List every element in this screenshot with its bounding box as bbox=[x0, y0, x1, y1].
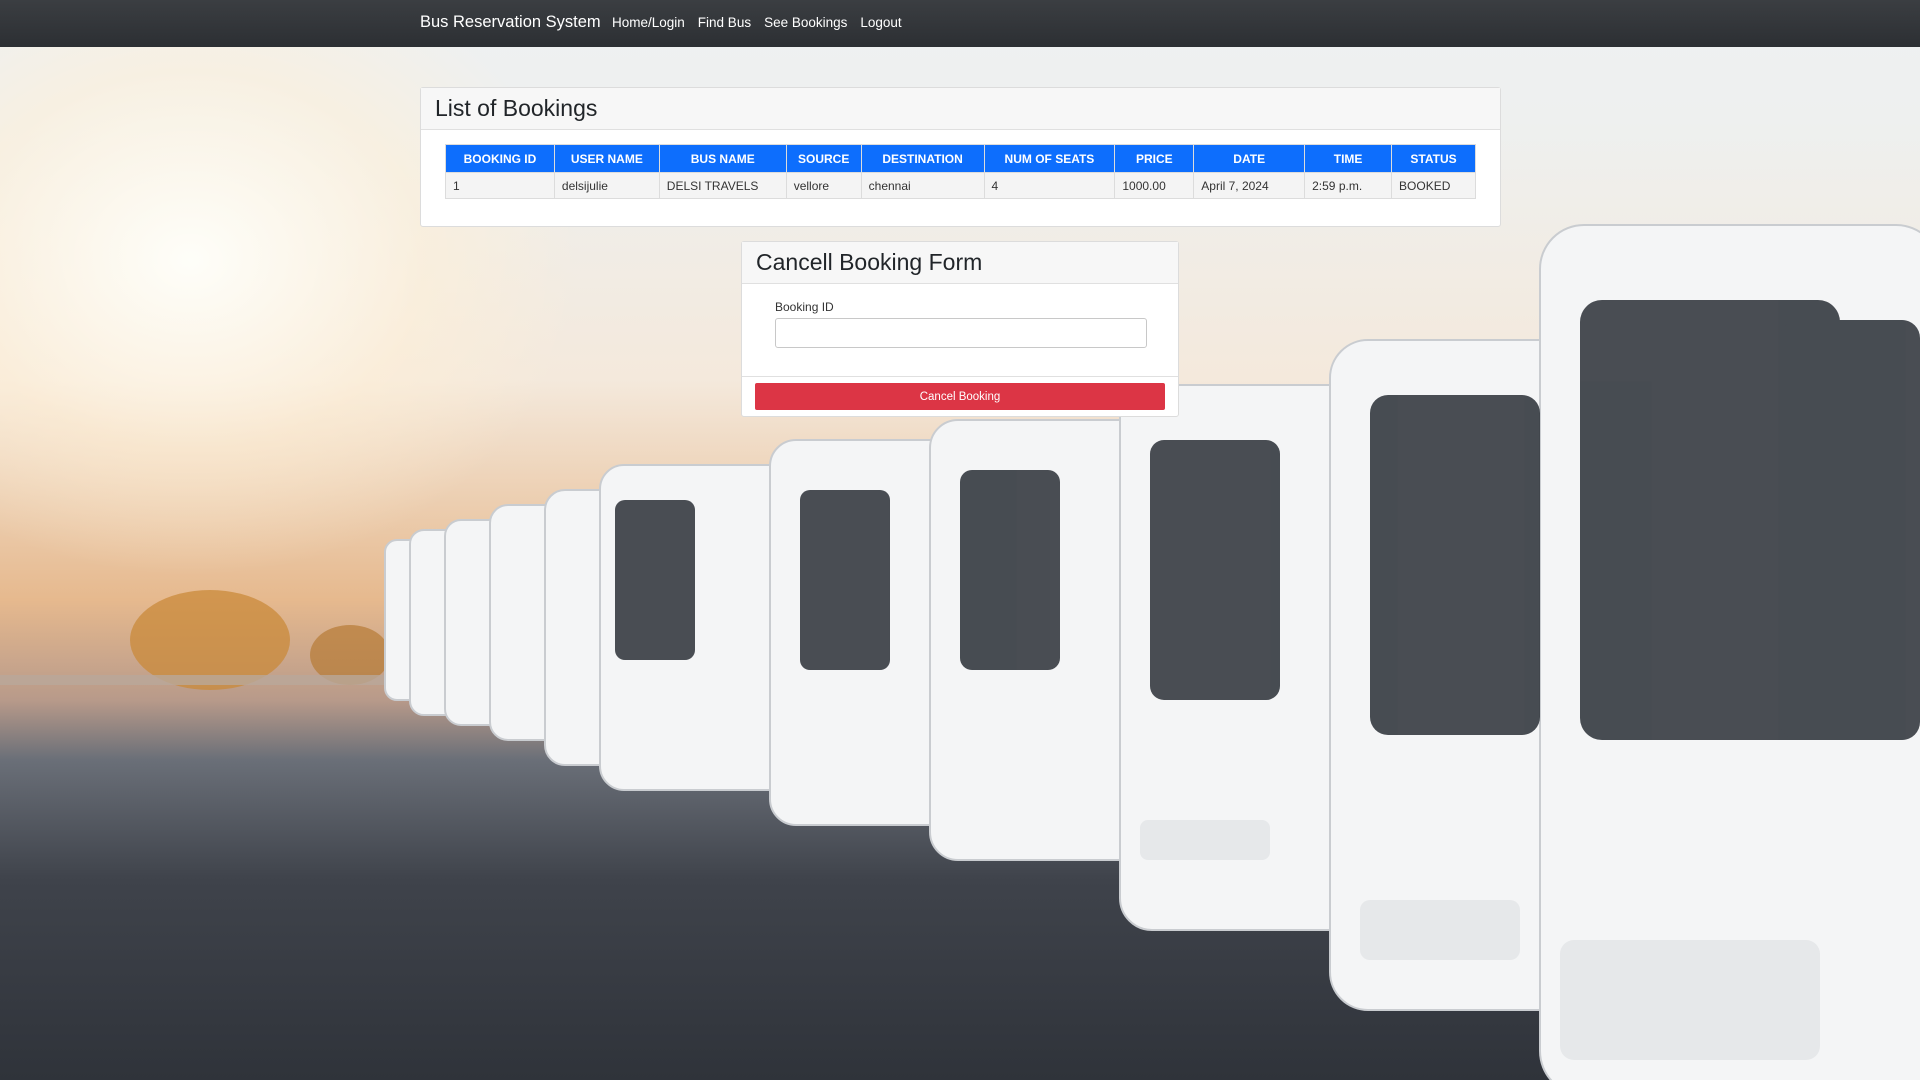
bookings-card-title: List of Bookings bbox=[421, 88, 1500, 130]
column-header-source: SOURCE bbox=[785, 144, 862, 173]
cell-date: April 7, 2024 bbox=[1193, 172, 1306, 199]
cell-source: vellore bbox=[785, 172, 862, 199]
column-header-bus-name: BUS NAME bbox=[658, 144, 787, 173]
table-header-row: BOOKING ID USER NAME BUS NAME SOURCE DES… bbox=[445, 144, 1476, 173]
nav-link-home-login[interactable]: Home/Login bbox=[612, 15, 685, 30]
column-header-user-name: USER NAME bbox=[553, 144, 660, 173]
table-row: 1 delsijulie DELSI TRAVELS vellore chenn… bbox=[445, 172, 1476, 199]
column-header-num-of-seats: NUM OF SEATS bbox=[983, 144, 1116, 173]
guardrail bbox=[0, 675, 420, 685]
nav-links: Home/Login Find Bus See Bookings Logout bbox=[612, 15, 902, 30]
booking-id-label: Booking ID bbox=[775, 300, 834, 314]
column-header-price: PRICE bbox=[1114, 144, 1195, 173]
nav-link-logout[interactable]: Logout bbox=[860, 15, 901, 30]
cell-booking-id: 1 bbox=[445, 172, 555, 199]
column-header-status: STATUS bbox=[1391, 144, 1476, 173]
cell-destination: chennai bbox=[860, 172, 985, 199]
cell-num-of-seats: 4 bbox=[983, 172, 1116, 199]
cancel-form-body: Booking ID bbox=[742, 284, 1178, 377]
cell-user-name: delsijulie bbox=[553, 172, 660, 199]
nav-link-find-bus[interactable]: Find Bus bbox=[698, 15, 751, 30]
column-header-booking-id: BOOKING ID bbox=[445, 144, 555, 173]
cell-bus-name: DELSI TRAVELS bbox=[658, 172, 787, 199]
cancel-form-title: Cancell Booking Form bbox=[742, 242, 1178, 284]
top-navbar: Bus Reservation System Home/Login Find B… bbox=[0, 0, 1920, 47]
booking-id-input[interactable] bbox=[775, 318, 1147, 348]
bookings-table: BOOKING ID USER NAME BUS NAME SOURCE DES… bbox=[445, 144, 1476, 199]
navbar-brand[interactable]: Bus Reservation System bbox=[420, 13, 601, 32]
cell-status: BOOKED bbox=[1391, 172, 1476, 199]
cell-time: 2:59 p.m. bbox=[1304, 172, 1393, 199]
column-header-date: DATE bbox=[1193, 144, 1306, 173]
cell-price: 1000.00 bbox=[1114, 172, 1195, 199]
nav-link-see-bookings[interactable]: See Bookings bbox=[764, 15, 847, 30]
cancel-booking-button[interactable]: Cancel Booking bbox=[755, 383, 1165, 410]
bookings-card: List of Bookings BOOKING ID USER NAME BU… bbox=[420, 87, 1501, 227]
column-header-time: TIME bbox=[1304, 144, 1393, 173]
column-header-destination: DESTINATION bbox=[860, 144, 985, 173]
cancel-booking-card: Cancell Booking Form Booking ID Cancel B… bbox=[741, 241, 1179, 417]
